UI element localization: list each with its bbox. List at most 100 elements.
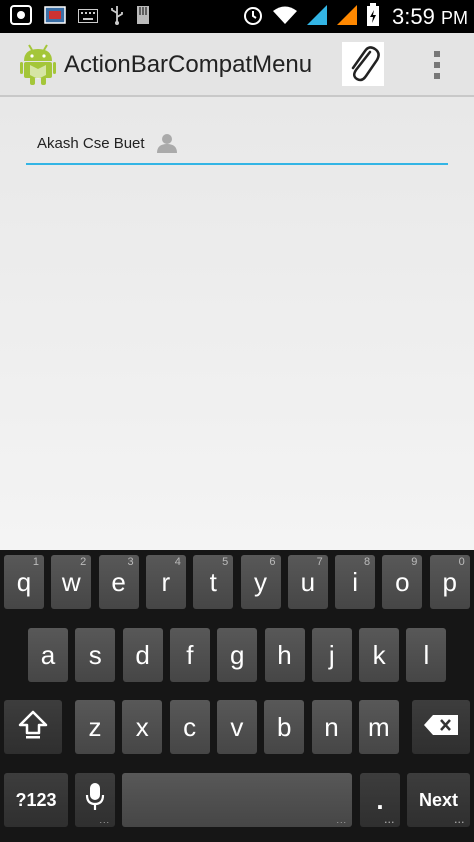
android-icon[interactable] [20, 43, 56, 85]
microphone-icon [85, 782, 105, 819]
key-u[interactable]: u7 [287, 555, 328, 609]
key-x[interactable]: x [122, 700, 163, 754]
key-i[interactable]: i8 [335, 555, 376, 609]
status-bar: 3:59 PM [0, 0, 474, 33]
key-label: g [229, 639, 245, 670]
key-hint: 6 [269, 556, 276, 568]
key-hint: 5 [222, 556, 229, 568]
key-hint: 7 [316, 556, 323, 568]
app-title: ActionBarCompatMenu [64, 51, 313, 78]
next-key[interactable]: Next ... [407, 773, 470, 827]
key-label: a [40, 639, 56, 670]
person-icon [156, 132, 178, 154]
key-g[interactable]: g [217, 628, 258, 682]
key-p[interactable]: p0 [429, 555, 470, 609]
key-label: u [300, 566, 316, 597]
signal-orange-icon [336, 4, 358, 30]
key-hint: 0 [458, 556, 465, 568]
symbols-label: ?123 [15, 789, 57, 810]
usb-icon [110, 5, 124, 29]
key-hint: 3 [127, 556, 134, 568]
voice-key-dots: ... [99, 815, 110, 825]
space-key-dots: ... [336, 815, 347, 825]
attach-button[interactable] [342, 42, 384, 86]
key-y[interactable]: y6 [240, 555, 281, 609]
key-a[interactable]: a [28, 628, 68, 682]
voice-input-key[interactable]: ... [75, 773, 115, 827]
key-label: w [61, 566, 81, 597]
key-o[interactable]: o9 [382, 555, 423, 609]
next-key-dots: ... [454, 815, 465, 825]
battery-icon [366, 3, 380, 31]
soft-keyboard: ?123 ... ... . ... Next ... q1w2e3r4t5y6… [0, 550, 474, 842]
key-label: x [135, 711, 149, 742]
key-t[interactable]: t5 [193, 555, 234, 609]
recipient-chip-text[interactable]: Akash Cse Buet [37, 135, 145, 152]
key-f[interactable]: f [169, 628, 210, 682]
next-label: Next [418, 789, 458, 810]
backspace-key[interactable] [412, 700, 470, 754]
key-label: m [367, 711, 390, 742]
key-n[interactable]: n [311, 700, 352, 754]
key-label: l [423, 639, 430, 670]
key-j[interactable]: j [311, 628, 352, 682]
key-label: e [111, 566, 126, 597]
key-label: d [135, 639, 150, 670]
key-e[interactable]: e3 [98, 555, 139, 609]
action-bar: ActionBarCompatMenu [0, 33, 474, 97]
key-hint: 1 [32, 556, 39, 568]
status-time-suffix: PM [441, 8, 468, 28]
key-m[interactable]: m [358, 700, 399, 754]
wifi-icon [272, 5, 298, 29]
shift-key[interactable] [4, 700, 62, 754]
overflow-dot [434, 73, 440, 79]
key-b[interactable]: b [264, 700, 305, 754]
key-h[interactable]: h [264, 628, 305, 682]
key-z[interactable]: z [75, 700, 115, 754]
key-label: r [161, 566, 171, 597]
key-q[interactable]: q1 [4, 555, 44, 609]
sd-card-icon [136, 5, 150, 29]
status-time: 3:59 PM [392, 4, 468, 30]
keyboard-icon [78, 8, 98, 27]
content-area: Akash Cse Buet [0, 97, 474, 550]
key-d[interactable]: d [122, 628, 163, 682]
key-l[interactable]: l [406, 628, 447, 682]
recipient-input[interactable]: Akash Cse Buet [26, 127, 448, 165]
key-label: n [324, 711, 339, 742]
key-label: c [183, 711, 197, 742]
period-label: . [376, 784, 384, 815]
period-key[interactable]: . ... [360, 773, 400, 827]
key-c[interactable]: c [169, 700, 210, 754]
overflow-menu-icon[interactable] [426, 47, 448, 83]
overflow-dot [434, 51, 440, 57]
key-w[interactable]: w2 [51, 555, 92, 609]
key-label: f [186, 639, 194, 670]
key-label: o [395, 566, 410, 597]
key-hint: 2 [80, 556, 87, 568]
key-label: q [16, 566, 32, 597]
key-label: b [276, 711, 292, 742]
key-label: z [88, 711, 102, 742]
overflow-dot [434, 62, 440, 68]
key-label: k [372, 639, 386, 670]
key-hint: 4 [174, 556, 181, 568]
key-hint: 8 [363, 556, 371, 568]
key-v[interactable]: v [216, 700, 257, 754]
key-hint: 9 [411, 556, 418, 568]
shift-icon [17, 709, 49, 746]
key-label: t [209, 566, 217, 597]
gallery-icon [44, 5, 66, 29]
key-r[interactable]: r4 [145, 555, 186, 609]
key-label: j [328, 639, 335, 670]
symbols-key[interactable]: ?123 [4, 773, 68, 827]
screenshot-icon [10, 5, 32, 29]
key-label: y [254, 566, 267, 597]
paperclip-icon [346, 42, 380, 86]
period-key-dots: ... [384, 815, 395, 825]
backspace-icon [423, 712, 459, 743]
space-key[interactable]: ... [122, 773, 352, 827]
key-label: s [88, 639, 102, 670]
key-s[interactable]: s [75, 628, 116, 682]
key-k[interactable]: k [359, 628, 400, 682]
